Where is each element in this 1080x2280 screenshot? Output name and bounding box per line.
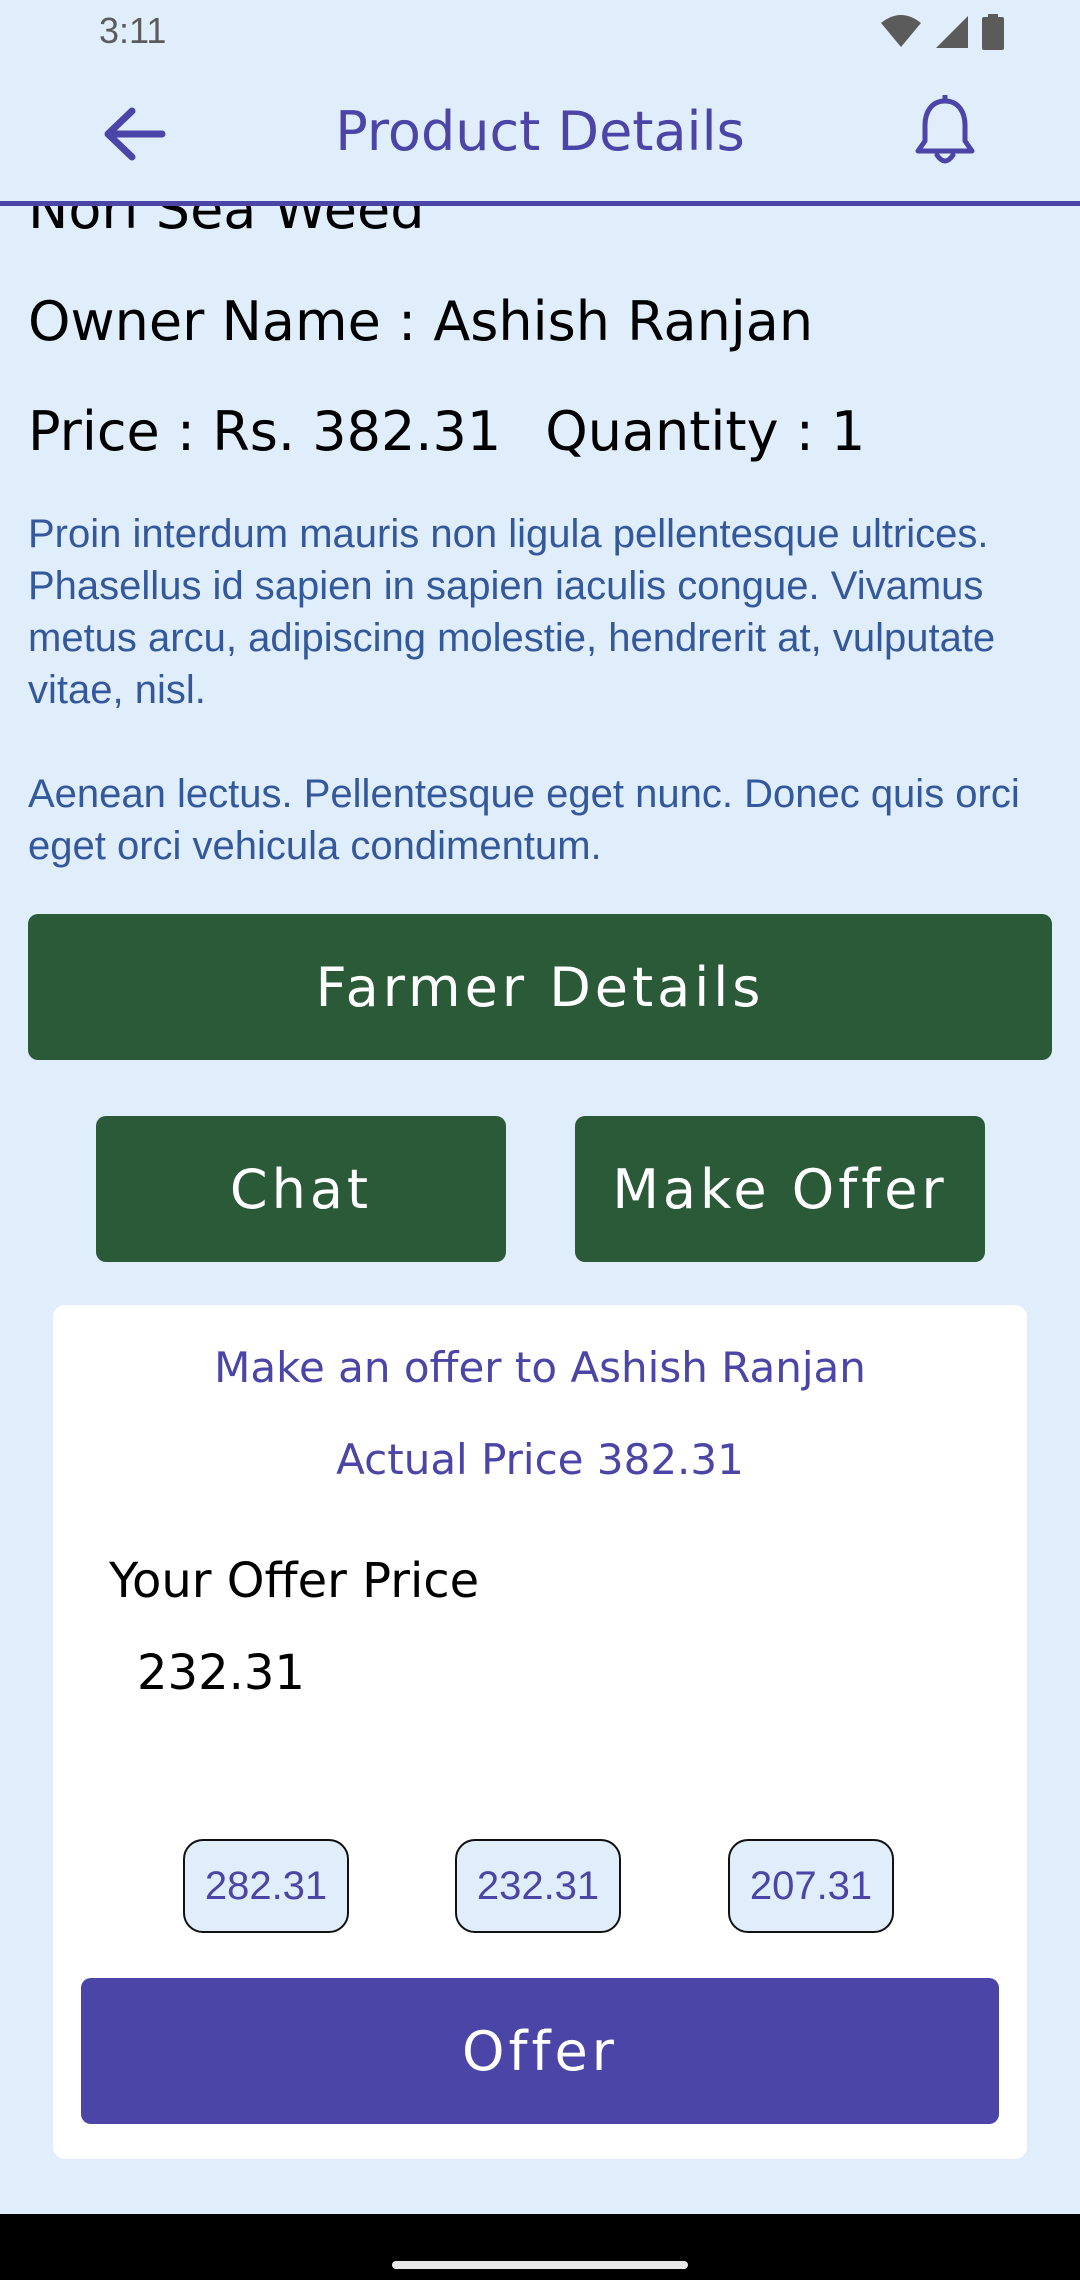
actual-price: Actual Price 382.31 [336,1435,744,1484]
description-paragraph: Aenean lectus. Pellentesque eget nunc. D… [28,772,1020,868]
offer-heading: Make an offer to Ashish Ranjan [214,1343,866,1392]
app-bar: Product Details [0,66,1080,206]
price-quantity-row: Price : Rs. 382.31 Quantity : 1 [28,400,865,463]
offer-price-input[interactable] [137,1645,937,1701]
offer-card: Make an offer to Ashish Ranjan Actual Pr… [53,1305,1027,2159]
product-description: Proin interdum mauris non ligula pellent… [28,508,1048,924]
submit-offer-button[interactable]: Offer [81,1978,999,2124]
quantity-text: Quantity : 1 [545,400,866,463]
signal-icon [934,14,970,55]
home-gesture-handle[interactable] [392,2261,688,2269]
suggested-price-chip[interactable]: 207.31 [728,1839,894,1933]
chat-button[interactable]: Chat [96,1116,506,1262]
farmer-details-button[interactable]: Farmer Details [28,914,1052,1060]
price-text: Price : Rs. 382.31 [28,400,502,463]
product-details-scroll[interactable]: Nori Sea Weed Owner Name : Ashish Ranjan… [0,206,1080,2214]
offer-price-label: Your Offer Price [109,1553,480,1609]
notifications-button[interactable] [905,93,985,174]
system-navigation-bar [0,2214,1080,2280]
suggested-price-chip[interactable]: 282.31 [183,1839,349,1933]
battery-icon [982,14,1004,55]
make-offer-button[interactable]: Make Offer [575,1116,985,1262]
status-icons [880,14,1004,55]
wifi-icon [880,15,922,54]
suggested-price-chip[interactable]: 232.31 [455,1839,621,1933]
bell-icon [913,93,977,174]
status-bar: 3:11 [0,0,1080,66]
description-paragraph: Proin interdum mauris non ligula pellent… [28,512,996,712]
status-time: 3:11 [99,10,167,51]
owner-name: Owner Name : Ashish Ranjan [28,290,814,353]
product-name: Nori Sea Weed [28,206,425,241]
